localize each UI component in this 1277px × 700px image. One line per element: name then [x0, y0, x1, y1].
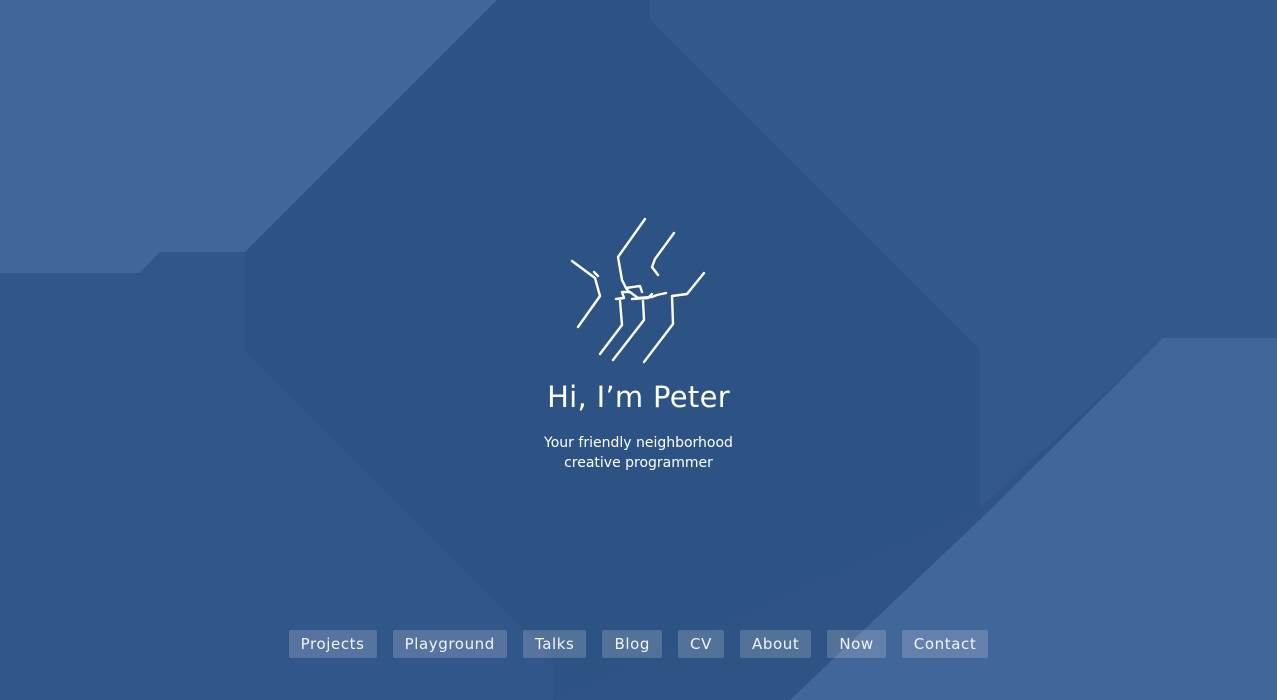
- tagline: Your friendly neighborhood creative prog…: [0, 433, 1277, 473]
- nav-talks[interactable]: Talks: [522, 630, 587, 658]
- nav-now[interactable]: Now: [827, 630, 886, 658]
- nav-cv[interactable]: CV: [678, 630, 724, 658]
- hands-logo-icon: [570, 217, 706, 364]
- nav-projects[interactable]: Projects: [288, 630, 377, 658]
- main-nav: Projects Playground Talks Blog CV About …: [0, 630, 1277, 658]
- hero-section: Hi, I’m Peter Your friendly neighborhood…: [0, 0, 1277, 700]
- nav-about[interactable]: About: [739, 630, 812, 658]
- page-title: Hi, I’m Peter: [547, 380, 730, 414]
- tagline-line-2: creative programmer: [564, 455, 713, 471]
- nav-blog[interactable]: Blog: [602, 630, 663, 658]
- nav-playground[interactable]: Playground: [392, 630, 507, 658]
- tagline-line-1: Your friendly neighborhood: [544, 435, 733, 451]
- nav-contact[interactable]: Contact: [901, 630, 989, 658]
